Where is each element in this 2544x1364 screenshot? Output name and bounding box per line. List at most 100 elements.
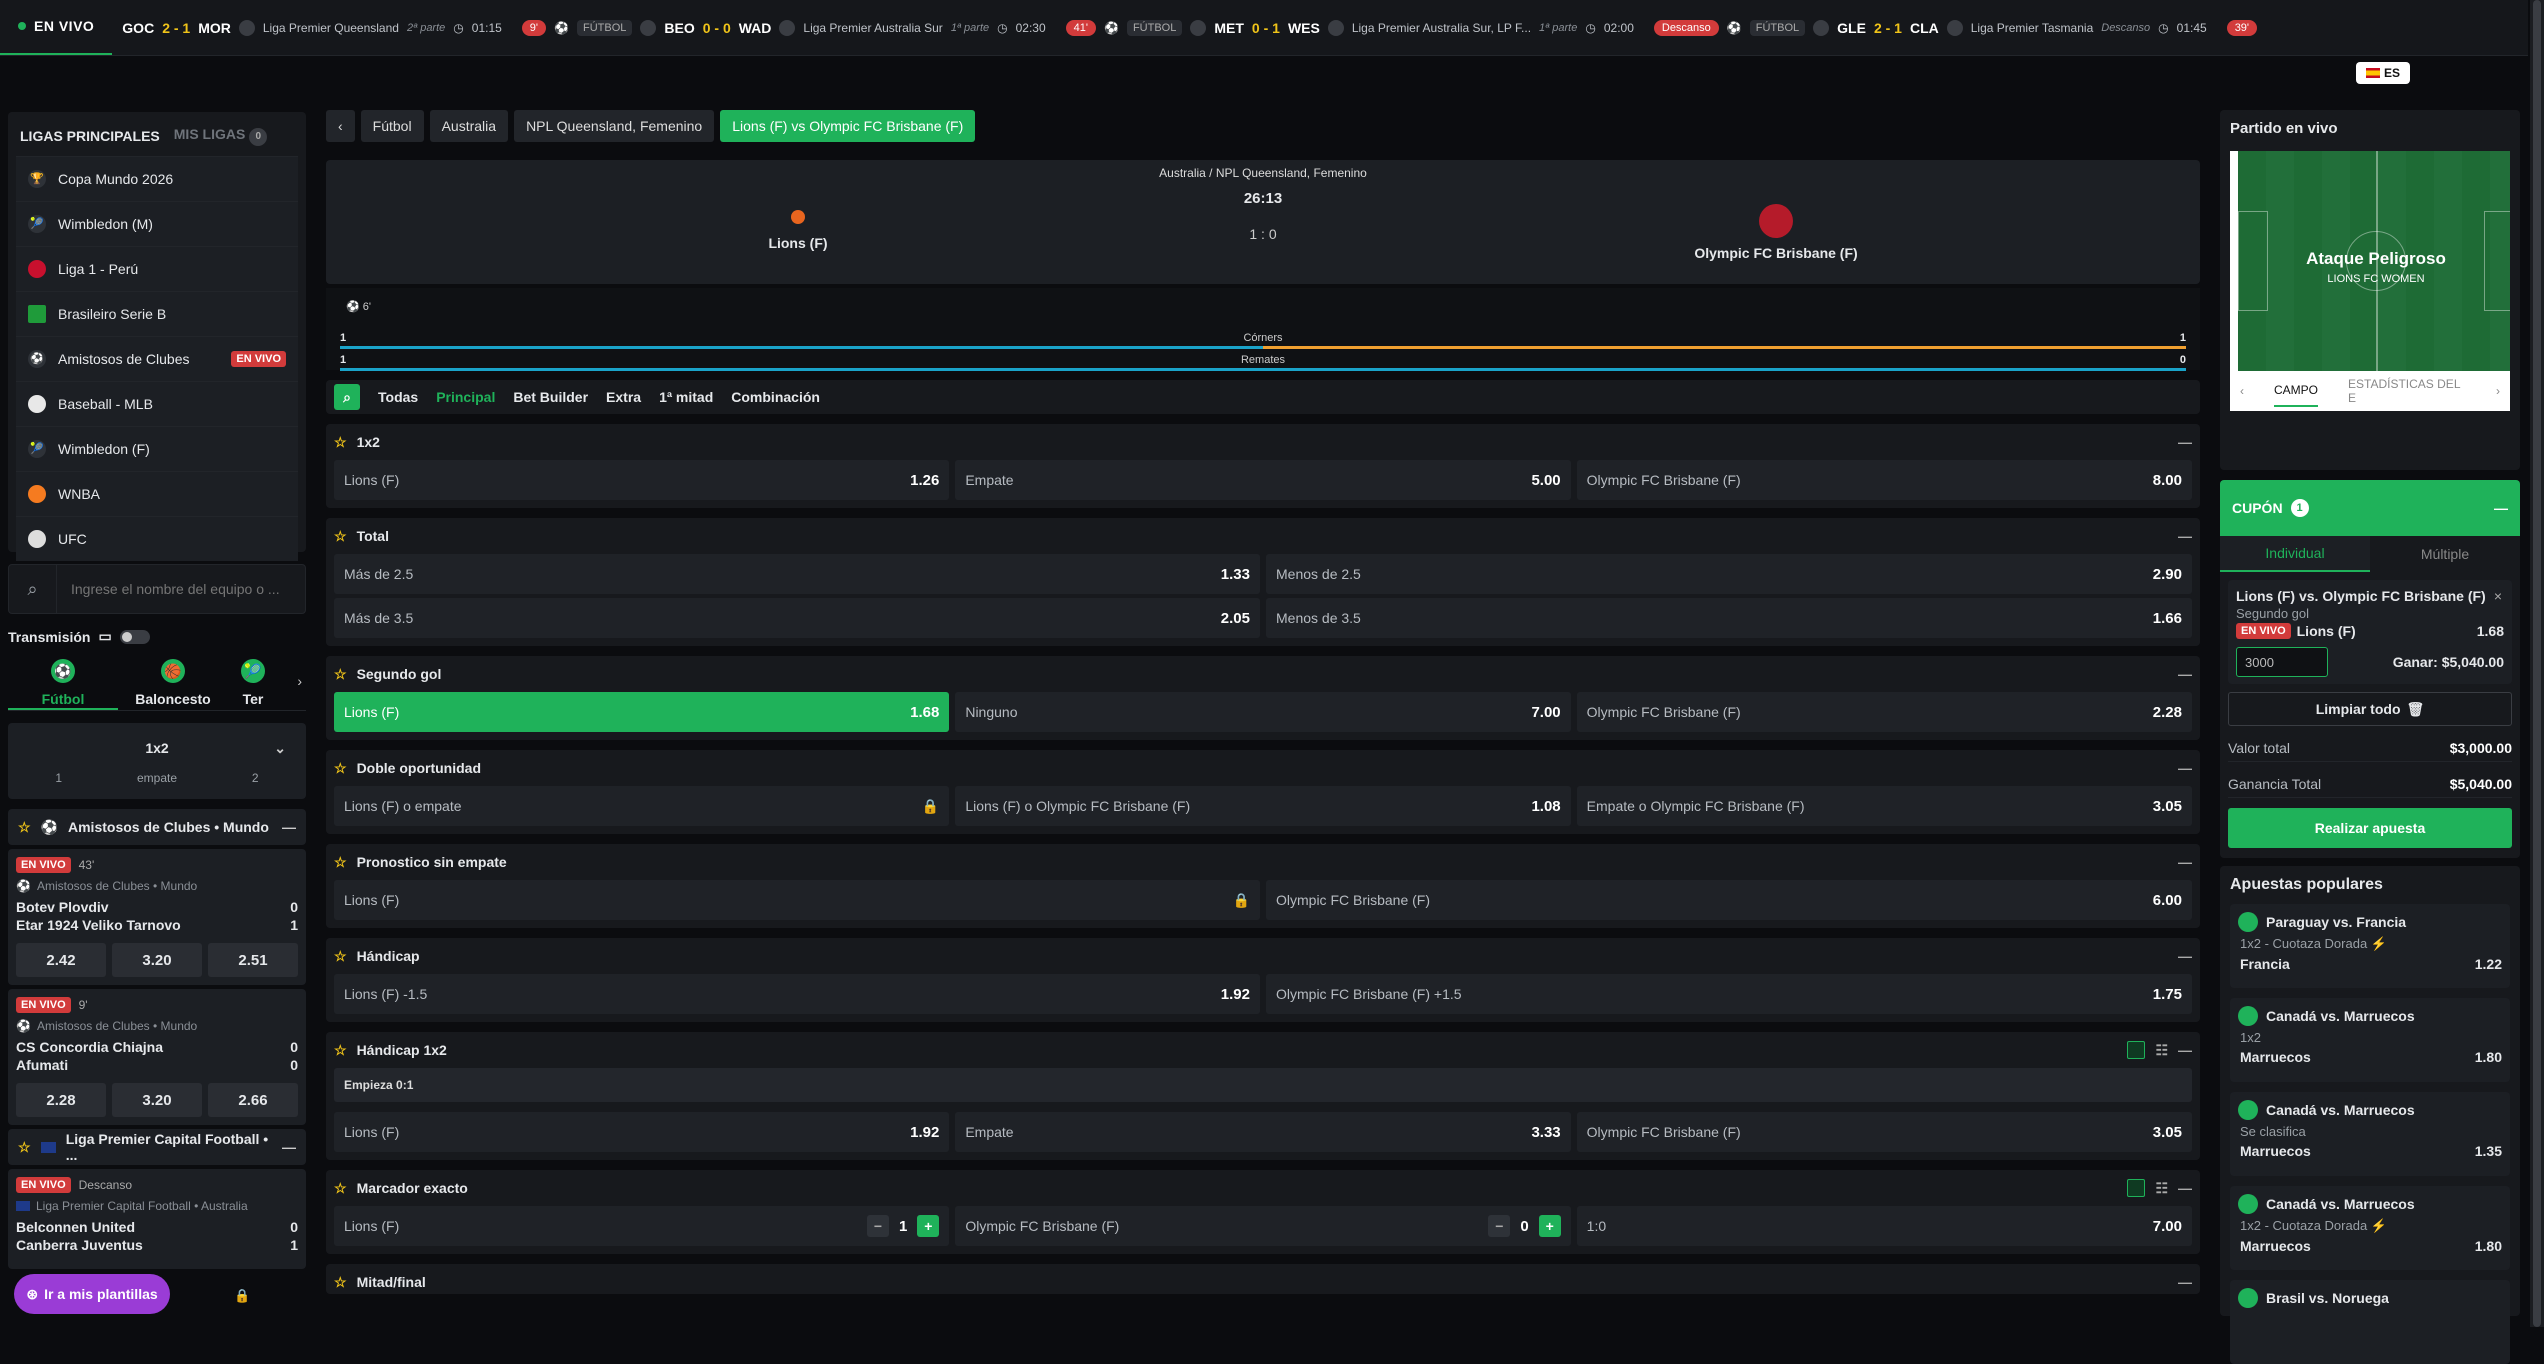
odds-button[interactable]: 2.66 (208, 1083, 298, 1117)
popular-bet-item[interactable]: Canadá vs. Marruecos 1x2 - Cuotaza Dorad… (2230, 1186, 2510, 1270)
ticker-item[interactable]: GOC 2 - 1 MOR Liga Premier Queensland 2ª… (112, 0, 512, 55)
collapse-icon[interactable]: — (2178, 854, 2192, 870)
collapse-icon[interactable]: — (2178, 760, 2192, 776)
odds-button[interactable]: Lions (F) -1.5 1.92 (334, 974, 1260, 1014)
collapse-icon[interactable]: — (2178, 1274, 2192, 1290)
tab-basketball[interactable]: 🏀 Baloncesto (118, 659, 228, 710)
tab-single[interactable]: Individual (2220, 536, 2370, 572)
filter-tab[interactable]: Bet Builder (513, 389, 588, 405)
collapse-icon[interactable]: — (2178, 434, 2192, 450)
odds-button[interactable]: Lions (F) o Olympic FC Brisbane (F) 1.08 (955, 786, 1571, 826)
league-item[interactable]: Baseball - MLB (16, 380, 298, 426)
place-bet-button[interactable]: Realizar apuesta (2228, 808, 2512, 848)
popular-bet-item[interactable]: Canadá vs. Marruecos 1x2 Marruecos 1.80 (2230, 998, 2510, 1082)
star-icon[interactable]: ☆ (334, 666, 347, 683)
stake-input[interactable] (2236, 647, 2328, 677)
tab-stats[interactable]: ESTADÍSTICAS DEL E (2348, 377, 2466, 405)
collapse-icon[interactable]: — (2178, 528, 2192, 544)
match-card[interactable]: EN VIVO Descanso Liga Premier Capital Foo… (8, 1169, 306, 1269)
league-item[interactable]: 🎾 Wimbledon (M) (16, 200, 298, 246)
live-tab[interactable]: EN VIVO (0, 0, 113, 55)
popular-bet-item[interactable]: Canadá vs. Marruecos Se clasifica Marrue… (2230, 1092, 2510, 1176)
collapse-icon[interactable]: — (2178, 1180, 2192, 1196)
star-icon[interactable]: ☆ (334, 1042, 347, 1059)
scrollbar-thumb[interactable] (2533, 0, 2541, 1327)
odds-button[interactable]: Empate 3.33 (955, 1112, 1571, 1152)
ticker-item[interactable]: 39' (2217, 0, 2267, 55)
bet-slip-header[interactable]: CUPÓN 1 — (2220, 480, 2520, 536)
page-scrollbar[interactable] (2530, 0, 2544, 1327)
list-view-icon[interactable]: ☷ (2155, 1042, 2168, 1059)
odds-button[interactable]: Olympic FC Brisbane (F) 6.00 (1266, 880, 2192, 920)
star-icon[interactable]: ☆ (334, 1274, 347, 1291)
transmission-toggle[interactable] (119, 629, 150, 644)
league-item[interactable]: UFC (16, 515, 298, 561)
star-icon[interactable]: ☆ (334, 854, 347, 871)
breadcrumb-item[interactable]: NPL Queensland, Femenino (514, 110, 715, 142)
chevron-right-icon[interactable]: › (2496, 384, 2500, 398)
ticker-item[interactable]: 41' ⚽ FÚTBOL MET 0 - 1 WES Liga Premier … (1056, 0, 1644, 55)
collapse-icon[interactable]: — (2178, 1042, 2192, 1058)
grid-view-icon[interactable] (2127, 1041, 2146, 1059)
odds-button[interactable]: 3.20 (112, 943, 202, 977)
star-icon[interactable]: ☆ (334, 528, 347, 545)
star-icon[interactable]: ☆ (334, 760, 347, 777)
decrement-button[interactable]: − (866, 1215, 889, 1237)
league-item[interactable]: Brasileiro Serie B (16, 290, 298, 336)
league-item[interactable]: ⚽ Amistosos de Clubes EN VIVO (16, 335, 298, 381)
star-icon[interactable]: ☆ (334, 434, 347, 451)
odds-button[interactable]: Empate o Olympic FC Brisbane (F) 3.05 (1576, 786, 2192, 826)
search-input[interactable] (57, 581, 297, 597)
popular-bet-item[interactable]: Brasil vs. Noruega (2230, 1280, 2510, 1364)
league-item[interactable]: 🎾 Wimbledon (F) (16, 425, 298, 471)
odds-button[interactable]: Más de 3.5 2.05 (334, 598, 1260, 638)
odds-button[interactable]: Olympic FC Brisbane (F) 2.28 (1576, 692, 2192, 732)
breadcrumb-item[interactable]: Fútbol (360, 110, 424, 142)
tab-field[interactable]: CAMPO (2274, 375, 2319, 407)
odds-button[interactable]: 2.28 (16, 1083, 106, 1117)
decrement-button[interactable]: − (1488, 1215, 1511, 1237)
odds-button[interactable]: 2.51 (208, 943, 298, 977)
chevron-right-icon[interactable]: › (297, 673, 302, 689)
odds-button[interactable]: Lions (F) 1.26 (334, 460, 950, 500)
star-icon[interactable]: ☆ (18, 819, 31, 836)
filter-tab[interactable]: Principal (436, 389, 495, 405)
league-item[interactable]: Liga 1 - Perú (16, 245, 298, 291)
market-selector[interactable]: 1x2 ⌄ 1 empate 2 (8, 723, 306, 799)
grid-view-icon[interactable] (2127, 1179, 2146, 1197)
minimize-icon[interactable]: — (2494, 500, 2508, 516)
odds-button[interactable]: Menos de 2.5 2.90 (1266, 554, 2192, 594)
my-templates-button[interactable]: ⊛ Ir a mis plantillas (14, 1274, 170, 1314)
odds-button[interactable]: Más de 2.5 1.33 (334, 554, 1260, 594)
close-icon[interactable]: × (2494, 588, 2502, 604)
star-icon[interactable]: ☆ (18, 1139, 31, 1156)
odds-button[interactable]: Olympic FC Brisbane (F) 3.05 (1576, 1112, 2192, 1152)
tab-multiple[interactable]: Múltiple (2370, 536, 2520, 572)
star-icon[interactable]: ☆ (334, 1180, 347, 1197)
collapse-icon[interactable]: — (282, 1139, 296, 1155)
list-view-icon[interactable]: ☷ (2155, 1180, 2168, 1197)
filter-tab[interactable]: Combinación (731, 389, 820, 405)
league-item[interactable]: WNBA (16, 470, 298, 516)
chevron-left-icon[interactable]: ‹ (2240, 384, 2244, 398)
filter-tab[interactable]: Extra (606, 389, 641, 405)
back-button[interactable]: ‹ (326, 110, 355, 142)
tab-main-leagues[interactable]: LIGAS PRINCIPALES (20, 128, 160, 144)
ticker-item[interactable]: 9' ⚽ FÚTBOL BEO 0 - 0 WAD Liga Premier A… (512, 0, 1056, 55)
league-group-header[interactable]: ☆ Liga Premier Capital Football • ... — (8, 1129, 306, 1165)
increment-button[interactable]: + (917, 1215, 940, 1237)
filter-tab[interactable]: Todas (378, 389, 418, 405)
odds-button[interactable]: 3.20 (112, 1083, 202, 1117)
search-icon[interactable]: ⌕ (9, 565, 57, 613)
odds-button[interactable]: Ninguno 7.00 (955, 692, 1571, 732)
match-card[interactable]: EN VIVO 43' ⚽ Amistosos de Clubes • Mundo … (8, 849, 306, 985)
tab-my-leagues[interactable]: MIS LIGAS 0 (174, 126, 268, 146)
match-card[interactable]: EN VIVO 9' ⚽ Amistosos de Clubes • Mundo C… (8, 989, 306, 1125)
odds-button[interactable]: 1:0 7.00 (1576, 1206, 2192, 1246)
search-icon[interactable]: ⌕ (334, 384, 360, 410)
odds-button-locked[interactable]: Lions (F) 🔒 (334, 880, 1260, 920)
increment-button[interactable]: + (1538, 1215, 1561, 1237)
odds-button[interactable]: 2.42 (16, 943, 106, 977)
collapse-icon[interactable]: — (2178, 666, 2192, 682)
breadcrumb-item[interactable]: Australia (429, 110, 509, 142)
